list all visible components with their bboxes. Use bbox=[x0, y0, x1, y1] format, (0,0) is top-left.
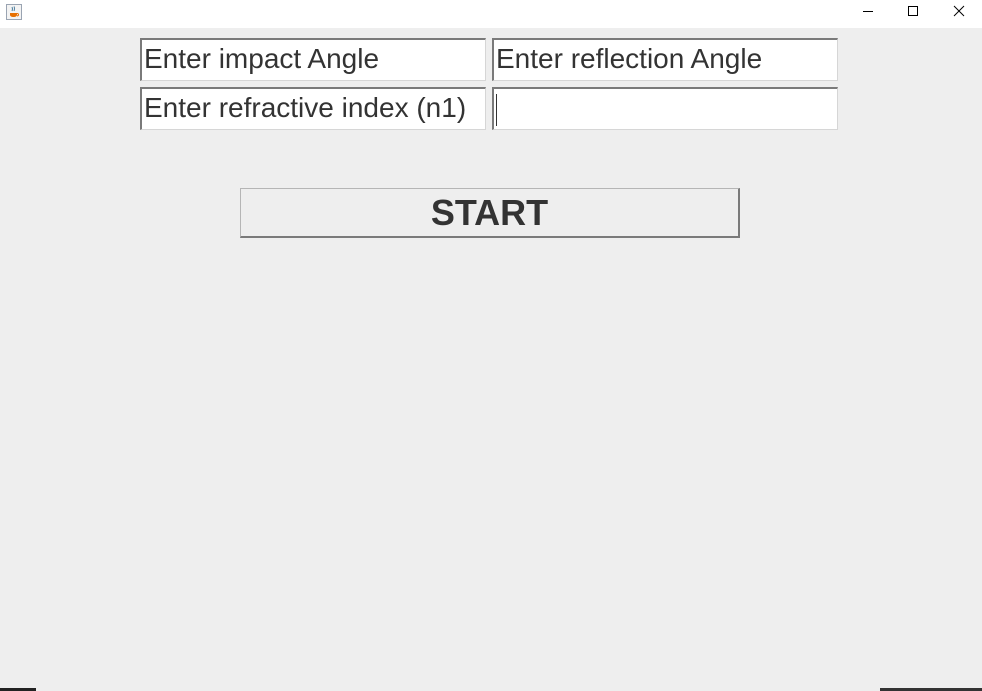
maximize-button[interactable] bbox=[890, 0, 936, 26]
maximize-icon bbox=[907, 4, 919, 22]
start-button-label: START bbox=[430, 191, 549, 233]
content-pane: Enter impact Angle Enter reflection Angl… bbox=[0, 28, 982, 688]
close-button[interactable] bbox=[936, 0, 982, 26]
empty-input-field[interactable] bbox=[492, 87, 838, 130]
refractive-index-field[interactable]: Enter refractive index (n1) bbox=[140, 87, 486, 130]
app-window: Enter impact Angle Enter reflection Angl… bbox=[0, 0, 982, 691]
title-bar[interactable] bbox=[0, 0, 982, 28]
reflection-angle-field[interactable]: Enter reflection Angle bbox=[492, 38, 838, 81]
minimize-icon bbox=[862, 4, 874, 22]
minimize-button[interactable] bbox=[845, 0, 891, 26]
start-button[interactable]: START bbox=[240, 188, 740, 238]
close-icon bbox=[953, 4, 965, 22]
java-cup-icon bbox=[6, 4, 22, 20]
text-caret bbox=[496, 94, 497, 126]
impact-angle-field[interactable]: Enter impact Angle bbox=[140, 38, 486, 81]
